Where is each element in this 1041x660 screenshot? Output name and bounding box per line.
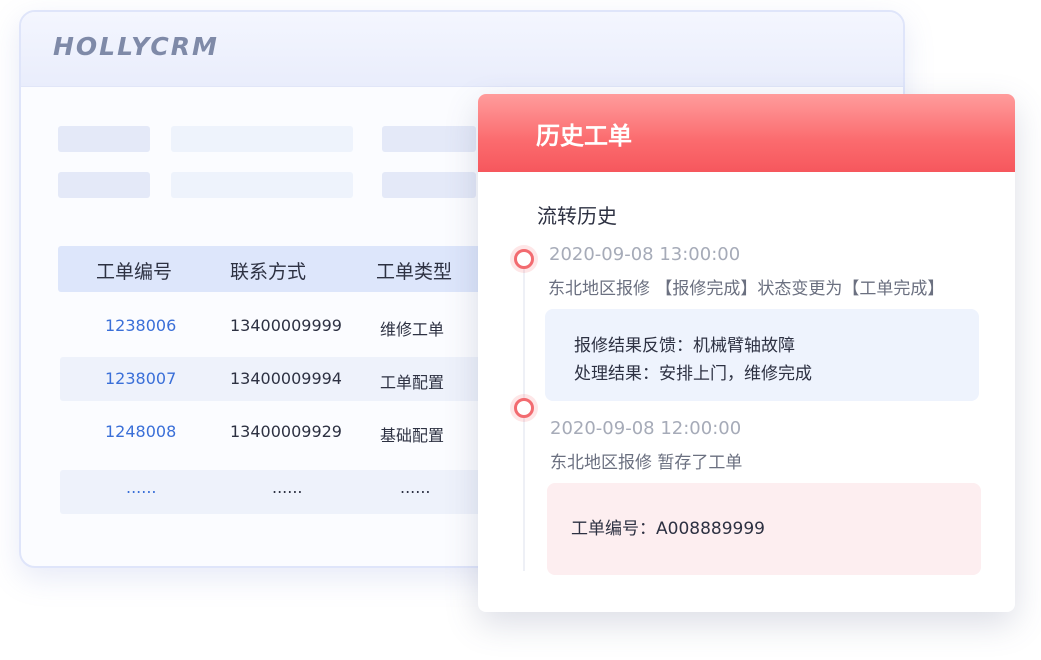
ticket-phone: 13400009994 <box>230 369 342 388</box>
flow-history-title: 流转历史 <box>537 204 617 228</box>
ticket-type: ...... <box>400 478 431 497</box>
timeline-time: 2020-09-08 12:00:00 <box>550 418 742 439</box>
filter-label-placeholder-3 <box>58 172 150 198</box>
detail-line: 处理结果：安排上门，维修完成 <box>574 364 812 384</box>
timeline-time: 2020-09-08 13:00:00 <box>549 244 741 265</box>
ticket-type: 维修工单 <box>380 320 445 339</box>
ticket-phone: 13400009929 <box>230 422 342 441</box>
column-header-type[interactable]: 工单类型 <box>376 257 452 284</box>
timeline-detail-box: 报修结果反馈：机械臂轴故障 处理结果：安排上门，维修完成 <box>545 309 979 401</box>
filter-label-placeholder-4 <box>382 172 476 198</box>
column-header-contact[interactable]: 联系方式 <box>230 257 306 284</box>
detail-line: 工单编号：A008889999 <box>571 519 765 539</box>
ticket-type: 基础配置 <box>380 426 445 445</box>
history-card: 历史工单 流转历史 2020-09-08 13:00:00 东北地区报修 【报修… <box>478 94 1015 612</box>
table-header: 工单编号 联系方式 工单类型 <box>58 246 498 292</box>
ticket-id-link[interactable]: 1238007 <box>105 369 176 388</box>
table-row[interactable]: ...... ...... ...... <box>60 470 500 514</box>
filter-input-placeholder-1[interactable] <box>171 126 353 152</box>
crm-logo: HOLLYCRM <box>53 32 219 61</box>
ticket-type: 工单配置 <box>380 373 445 392</box>
ticket-phone: 13400009999 <box>230 316 342 335</box>
timeline-description: 东北地区报修 暂存了工单 <box>550 453 743 473</box>
filter-label-placeholder-1 <box>58 126 150 152</box>
ticket-id-link[interactable]: 1248008 <box>105 422 176 441</box>
table-row[interactable]: 1248008 13400009929 基础配置 <box>60 410 500 454</box>
timeline-dot-icon <box>514 249 534 269</box>
table-row[interactable]: 1238007 13400009994 工单配置 <box>60 357 500 401</box>
history-header: 历史工单 <box>478 94 1015 172</box>
timeline-detail-box: 工单编号：A008889999 <box>547 483 981 575</box>
table-row[interactable]: 1238006 13400009999 维修工单 <box>60 304 500 348</box>
timeline-description: 东北地区报修 【报修完成】状态变更为【工单完成】 <box>548 279 945 299</box>
ticket-id-link[interactable]: ...... <box>126 478 157 497</box>
history-title: 历史工单 <box>536 122 632 150</box>
detail-line: 报修结果反馈：机械臂轴故障 <box>574 336 795 356</box>
stage: HOLLYCRM 工单编号 联系方式 工单类型 1238006 13400009… <box>0 0 1041 660</box>
timeline-dot-icon <box>514 398 534 418</box>
filter-label-placeholder-2 <box>382 126 476 152</box>
ticket-phone: ...... <box>272 478 303 497</box>
crm-header: HOLLYCRM <box>21 12 903 87</box>
ticket-id-link[interactable]: 1238006 <box>105 316 176 335</box>
column-header-ticket-id[interactable]: 工单编号 <box>96 257 172 284</box>
filter-input-placeholder-2[interactable] <box>171 172 353 198</box>
